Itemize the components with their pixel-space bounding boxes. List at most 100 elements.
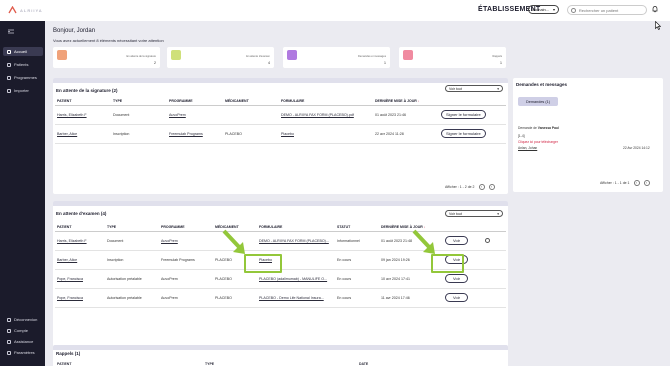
view-button[interactable]: Voir	[445, 293, 468, 302]
column-header[interactable]: PROGRAMME	[167, 98, 223, 106]
tab-demandes[interactable]: Demandes (1)	[518, 97, 558, 106]
sidebar-item-label: Déconnexion	[14, 317, 38, 322]
column-header[interactable]: PATIENT	[55, 224, 105, 232]
table-header-row: PATIENT TYPE PROGRAMME MÉDICAMENT FORMUL…	[55, 98, 506, 106]
action-cell: Signer le formulaire	[439, 105, 506, 125]
formulaire-link[interactable]: DEMO - ALRIIYA FAX FORM (PLACEBO).pdf	[279, 105, 373, 125]
column-header[interactable]: FORMULAIRE	[257, 224, 335, 232]
formulaire-link[interactable]: PLACEBO (adalimumab) - MANULIFE O...	[257, 269, 335, 289]
mouse-cursor-icon	[655, 21, 661, 30]
formulaire-link[interactable]: PLACEBO - Demo Life National Insura...	[257, 288, 335, 308]
exam-filter-select[interactable]: Voir tout ▾	[445, 210, 503, 217]
sidebar-item-label: Compte	[14, 328, 29, 333]
column-header[interactable]: TYPE	[205, 362, 214, 366]
programme-link[interactable]: AuvoPrem	[159, 231, 213, 251]
main-content: Bonjour, Jordan Vous avez actuellement 8…	[45, 21, 670, 366]
signature-filter-select[interactable]: Voir tout ▾	[445, 85, 503, 92]
view-button[interactable]: Voir	[445, 236, 468, 245]
column-header[interactable]: TYPE	[111, 98, 167, 106]
archive-cell	[483, 250, 506, 270]
pager-text: Afficher : 1 - 1 de 1	[600, 181, 630, 185]
statut-cell: En cours	[335, 250, 379, 270]
column-header[interactable]: MÉDICAMENT	[213, 224, 257, 232]
chevron-down-icon: ▾	[497, 211, 499, 216]
table-row: Harris, Elizabeth F Document AuvoPrem DE…	[55, 231, 506, 251]
sidebar-item-accueil[interactable]: Accueil	[3, 47, 43, 56]
search-input[interactable]	[578, 7, 643, 13]
signature-pager: Afficher : 1 - 2 de 2 ‹ ›	[445, 184, 495, 190]
table-row: Barber, Alice Inscription Freemulab Prog…	[55, 250, 506, 270]
formulaire-link[interactable]: Placebo	[279, 124, 373, 144]
stat-label: Demandes et messages	[358, 55, 386, 58]
stat-card-demandes[interactable]: Demandes et messages 1	[283, 47, 390, 68]
sidebar-item-label: Assistance	[14, 339, 34, 344]
sort-arrow-icon: ↓	[417, 99, 420, 104]
column-header[interactable]: PATIENT	[57, 362, 71, 366]
column-header[interactable]: PROGRAMME	[159, 224, 213, 232]
programme-link[interactable]: AuvoPrem	[167, 105, 223, 125]
stat-card-signature[interactable]: En attente de la signature 2	[53, 47, 160, 68]
sidebar-item-assistance[interactable]: Assistance	[3, 337, 43, 346]
sidebar-item-deconnexion[interactable]: Déconnexion	[3, 315, 43, 324]
column-header[interactable]: STATUT	[335, 224, 379, 232]
column-header-extra	[483, 224, 506, 232]
column-header[interactable]: MÉDICAMENT	[223, 98, 279, 106]
type-cell: Autorisation préalable	[105, 288, 159, 308]
sign-form-button[interactable]: Signer le formulaire	[441, 110, 486, 119]
column-header-label: DERNIÈRE MISE À JOUR	[381, 225, 423, 230]
statut-cell: En cours	[335, 269, 379, 289]
patient-link[interactable]: Barber, Alice	[55, 250, 105, 270]
etablissement-select[interactable]: Domain... ▾	[528, 5, 559, 14]
account-icon	[7, 328, 11, 333]
sidebar-item-parametres[interactable]: Paramètres	[3, 348, 43, 357]
patient-link[interactable]: Barber, Alice	[55, 124, 111, 144]
column-header[interactable]: TYPE	[105, 224, 159, 232]
sidebar-item-patients[interactable]: Patients	[3, 60, 43, 69]
formulaire-link[interactable]: Placebo	[257, 250, 335, 270]
patient-link[interactable]: Pope, Francisca	[55, 288, 105, 308]
archive-icon[interactable]	[485, 237, 490, 243]
column-header-actions	[439, 98, 506, 106]
sidebar-item-importer[interactable]: Importer	[3, 86, 43, 95]
action-cell: Voir	[443, 250, 483, 270]
view-button[interactable]: Voir	[445, 255, 468, 264]
sidebar-item-label: Importer	[14, 88, 29, 93]
exam-table: PATIENT TYPE PROGRAMME MÉDICAMENT FORMUL…	[55, 224, 506, 308]
action-cell: Voir	[443, 288, 483, 308]
programme-link[interactable]: Freemulab Programs	[167, 124, 223, 144]
view-button[interactable]: Voir	[445, 274, 468, 283]
column-header-sorted[interactable]: DERNIÈRE MISE À JOUR ↓	[379, 224, 443, 232]
sidebar-item-programmes[interactable]: Programmes	[3, 73, 43, 82]
table-row: Harris, Elizabeth F Document AuvoPrem DE…	[55, 105, 506, 125]
bell-icon[interactable]	[652, 6, 658, 13]
next-page-icon[interactable]: ›	[643, 180, 650, 186]
formulaire-link[interactable]: DEMO - ALRIIYA FAX FORM (PLACEBO)...	[257, 231, 335, 251]
sidebar-item-compte[interactable]: Compte	[3, 326, 43, 335]
users-icon	[7, 62, 11, 67]
collapse-sidebar-icon[interactable]	[8, 29, 14, 34]
panel-header-bar	[53, 201, 508, 206]
download-link[interactable]: Cliquez ici pour télécharger	[518, 140, 558, 144]
stat-card-examen[interactable]: En attente d'examen 4	[167, 47, 274, 68]
request-patient-link[interactable]: Anlan, Johan	[518, 146, 537, 150]
panel-title: En attente d'examen (4)	[56, 211, 107, 216]
archive-cell	[483, 231, 506, 251]
next-page-icon[interactable]: ›	[488, 184, 495, 190]
medicament-cell	[213, 231, 257, 251]
patient-link[interactable]: Pope, Francisca	[55, 269, 105, 289]
statut-cell: En cours	[335, 288, 379, 308]
stat-card-rappels[interactable]: Rappels 1	[399, 47, 506, 68]
screen: ALRIIYA ÉTABLISSEMENT Domain... ▾ Accuei…	[0, 0, 670, 366]
column-header[interactable]: PATIENT	[55, 98, 111, 106]
patient-link[interactable]: Harris, Elizabeth F	[55, 231, 105, 251]
patient-link[interactable]: Harris, Elizabeth F	[55, 105, 111, 125]
prev-page-icon[interactable]: ‹	[633, 180, 640, 186]
prev-page-icon[interactable]: ‹	[478, 184, 485, 190]
sign-form-button[interactable]: Signer le formulaire	[441, 129, 486, 138]
sidebar-item-label: Accueil	[14, 49, 27, 54]
column-header[interactable]: FORMULAIRE	[279, 98, 373, 106]
search-box[interactable]	[567, 5, 647, 15]
column-header[interactable]: DATE	[359, 362, 368, 366]
panel-header-bar	[53, 345, 508, 350]
column-header-sorted[interactable]: DERNIÈRE MISE À JOUR ↓	[373, 98, 439, 106]
